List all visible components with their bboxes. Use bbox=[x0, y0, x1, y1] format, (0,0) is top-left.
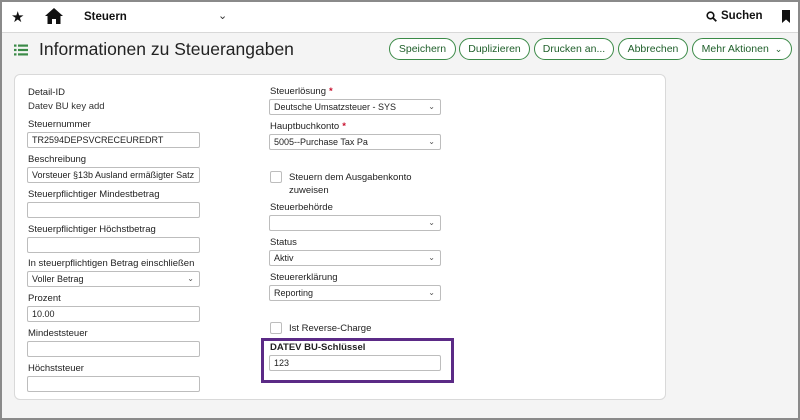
tax-solution-label: Steuerlösung * bbox=[270, 86, 333, 97]
nav-menu-label[interactable]: Steuern bbox=[84, 11, 127, 23]
reverse-charge-label: Ist Reverse-Charge bbox=[289, 323, 372, 334]
star-icon[interactable]: ★ bbox=[11, 8, 24, 26]
tax-return-label: Steuererklärung bbox=[270, 272, 338, 283]
gl-account-label-text: Hauptbuchkonto bbox=[270, 121, 340, 132]
list-icon bbox=[14, 44, 28, 56]
expense-account-checkbox[interactable] bbox=[270, 171, 282, 183]
search-label: Suchen bbox=[721, 10, 763, 22]
status-select[interactable]: Aktiv ⌄ bbox=[269, 250, 441, 266]
chevron-down-icon: ⌄ bbox=[187, 274, 194, 283]
gl-account-select[interactable]: 5005--Purchase Tax Pa ⌄ bbox=[269, 134, 441, 150]
max-tax-field[interactable] bbox=[27, 376, 200, 392]
chevron-down-icon: ⌄ bbox=[428, 218, 435, 227]
print-button[interactable]: Drucken an... bbox=[534, 38, 614, 60]
max-amount-field[interactable] bbox=[27, 237, 200, 253]
min-tax-field[interactable] bbox=[27, 341, 200, 357]
max-tax-label: Höchststeuer bbox=[28, 363, 84, 374]
tax-authority-label: Steuerbehörde bbox=[270, 202, 333, 213]
detail-id-value: Datev BU key add bbox=[28, 101, 105, 112]
chevron-down-icon[interactable]: ⌄ bbox=[218, 9, 227, 22]
description-field[interactable]: Vorsteuer §13b Ausland ermäßigter Satz bbox=[27, 167, 200, 183]
status-label: Status bbox=[270, 237, 297, 248]
max-amount-label: Steuerpflichtiger Höchstbetrag bbox=[28, 224, 156, 235]
min-tax-label: Mindeststeuer bbox=[28, 328, 88, 339]
tax-number-field[interactable]: TR2594DEPSVCRECEUREDRT bbox=[27, 132, 200, 148]
tax-return-value: Reporting bbox=[274, 288, 314, 298]
cancel-button[interactable]: Abbrechen bbox=[618, 38, 688, 60]
search-icon bbox=[706, 10, 717, 22]
chevron-down-icon: ⌄ bbox=[428, 253, 435, 262]
expense-account-label-line2: zuweisen bbox=[289, 185, 329, 196]
save-button[interactable]: Speichern bbox=[389, 38, 456, 60]
required-marker: * bbox=[342, 121, 346, 132]
bookmark-icon[interactable] bbox=[781, 10, 791, 23]
expense-account-label-line1: Steuern dem Ausgabenkonto bbox=[289, 172, 412, 183]
tax-return-select[interactable]: Reporting ⌄ bbox=[269, 285, 441, 301]
app-window: ★ Steuern ⌄ Suchen Informationen zu Steu… bbox=[0, 0, 800, 420]
percent-field[interactable]: 10.00 bbox=[27, 306, 200, 322]
chevron-down-icon: ⌄ bbox=[774, 43, 783, 54]
search-button[interactable]: Suchen bbox=[706, 10, 763, 22]
chevron-down-icon: ⌄ bbox=[428, 102, 435, 111]
detail-id-label: Detail-ID bbox=[28, 87, 65, 98]
min-amount-label: Steuerpflichtiger Mindestbetrag bbox=[28, 189, 160, 200]
duplicate-button[interactable]: Duplizieren bbox=[459, 38, 530, 60]
top-nav-bar: ★ Steuern ⌄ Suchen bbox=[2, 2, 798, 33]
datev-key-field[interactable]: 123 bbox=[269, 355, 441, 371]
tax-solution-select[interactable]: Deutsche Umsatzsteuer - SYS ⌄ bbox=[269, 99, 441, 115]
home-icon[interactable] bbox=[44, 7, 64, 25]
gl-account-value: 5005--Purchase Tax Pa bbox=[274, 137, 368, 147]
required-marker: * bbox=[328, 86, 333, 97]
more-actions-button[interactable]: Mehr Aktionen ⌄ bbox=[692, 38, 792, 60]
more-actions-label: Mehr Aktionen bbox=[701, 43, 769, 55]
tax-solution-label-text: Steuerlösung bbox=[270, 86, 326, 97]
percent-label: Prozent bbox=[28, 293, 61, 304]
include-in-amount-select[interactable]: Voller Betrag ⌄ bbox=[27, 271, 200, 287]
min-amount-field[interactable] bbox=[27, 202, 200, 218]
gl-account-label: Hauptbuchkonto * bbox=[270, 121, 346, 132]
status-value: Aktiv bbox=[274, 253, 294, 263]
chevron-down-icon: ⌄ bbox=[428, 137, 435, 146]
page-header: Informationen zu Steuerangaben Speichern… bbox=[2, 33, 798, 67]
tax-solution-value: Deutsche Umsatzsteuer - SYS bbox=[274, 102, 397, 112]
reverse-charge-checkbox[interactable] bbox=[270, 322, 282, 334]
include-in-amount-value: Voller Betrag bbox=[32, 274, 84, 284]
tax-number-label: Steuernummer bbox=[28, 119, 91, 130]
tax-authority-select[interactable]: ⌄ bbox=[269, 215, 441, 231]
include-in-amount-label: In steuerpflichtigen Betrag einschließen bbox=[28, 258, 195, 269]
chevron-down-icon: ⌄ bbox=[428, 288, 435, 297]
description-label: Beschreibung bbox=[28, 154, 87, 165]
datev-key-label: DATEV BU-Schlüssel bbox=[270, 342, 366, 353]
page-title: Informationen zu Steuerangaben bbox=[39, 39, 294, 59]
